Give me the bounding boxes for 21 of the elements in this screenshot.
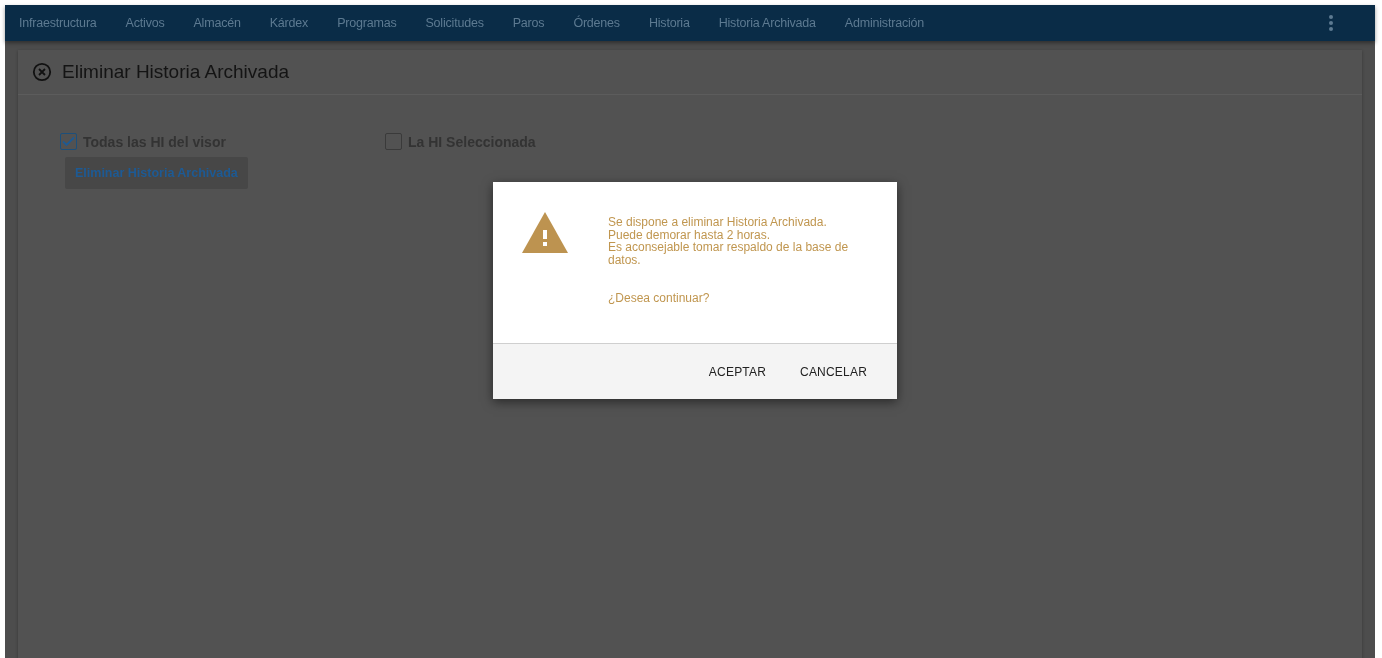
nav-item[interactable]: Kárdex bbox=[269, 16, 309, 30]
nav-item[interactable]: Solicitudes bbox=[425, 16, 484, 30]
nav-item[interactable]: Historia bbox=[648, 16, 690, 30]
nav-item[interactable]: Infraestructura bbox=[19, 16, 97, 30]
more-menu-icon[interactable] bbox=[1329, 15, 1333, 31]
nav-item[interactable]: Paros bbox=[512, 16, 545, 30]
close-circle-icon[interactable] bbox=[32, 62, 52, 82]
panel-title: Eliminar Historia Archivada bbox=[62, 61, 290, 83]
nav-item[interactable]: Órdenes bbox=[573, 16, 620, 30]
nav-item[interactable]: Activos bbox=[125, 16, 165, 30]
nav-item[interactable]: Historia Archivada bbox=[718, 16, 816, 30]
dialog-button[interactable]: CANCELAR bbox=[790, 356, 877, 387]
checkbox[interactable] bbox=[385, 133, 402, 150]
nav-item[interactable]: Administración bbox=[844, 16, 925, 30]
nav-item[interactable]: Almacén bbox=[193, 16, 241, 30]
warning-icon bbox=[522, 212, 568, 253]
warning-message: Se dispone a eliminar Historia Archivada. Puede demorar hasta 2 horas. Es aconsejable tomar respaldo de la base de datos. bbox=[608, 214, 850, 266]
checkbox[interactable] bbox=[60, 133, 77, 150]
confirm-question: ¿Desea continuar? bbox=[608, 292, 711, 305]
dialog-button[interactable]: ACEPTAR bbox=[698, 356, 777, 387]
nav-item[interactable]: Programas bbox=[337, 16, 397, 30]
